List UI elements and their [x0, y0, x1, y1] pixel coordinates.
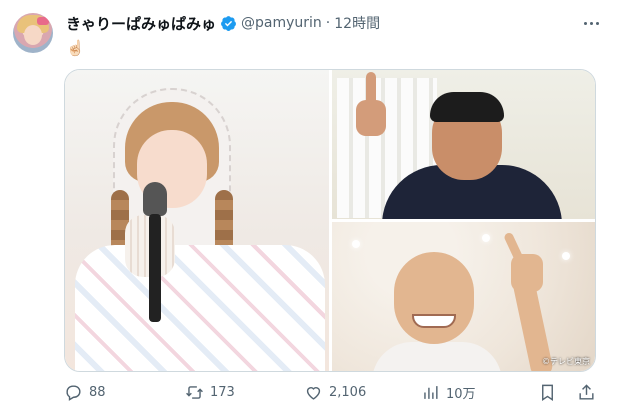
microphone [143, 182, 167, 322]
retweet-icon [186, 385, 203, 399]
avatar-bow [37, 17, 49, 25]
reply-count: 88 [89, 384, 106, 400]
like-button[interactable]: 2,106 [304, 383, 366, 402]
more-options-icon [583, 21, 587, 25]
heart-icon [306, 386, 321, 400]
avatar[interactable] [13, 13, 53, 53]
like-count: 2,106 [329, 384, 367, 400]
ceiling-light [482, 234, 490, 242]
verified-badge-icon [221, 15, 236, 31]
hair [430, 92, 504, 122]
reply-button[interactable]: 88 [64, 383, 106, 402]
more-options-button[interactable] [580, 13, 602, 33]
user-handle[interactable]: @pamyurin [241, 15, 322, 31]
tweet-timestamp[interactable]: 12時間 [334, 13, 380, 33]
photo-singer[interactable] [65, 70, 329, 371]
tweet-header: きゃりーぱみゅぱみゅ @pamyurin · 12時間 [66, 13, 380, 33]
photo-man-suit[interactable] [332, 70, 595, 219]
retweet-button[interactable]: 173 [185, 383, 235, 402]
shirt [372, 342, 502, 371]
photo-man-smiling[interactable]: ©テレビ東京 [332, 222, 595, 371]
bookmark-icon [542, 384, 553, 401]
pointing-hand [356, 72, 386, 142]
view-count: 10万 [446, 386, 476, 402]
avatar-face [24, 25, 42, 45]
tweet-text: ☝🏻 [66, 39, 85, 57]
pointing-hand [503, 231, 547, 312]
tv-watermark: ©テレビ東京 [542, 357, 590, 366]
action-bar: 88 173 2,106 10万 [64, 381, 596, 403]
share-icon [579, 383, 594, 400]
views-button[interactable]: 10万 [421, 383, 476, 402]
retweet-count: 173 [210, 384, 235, 400]
bookmark-button[interactable] [538, 383, 557, 402]
reply-icon [66, 384, 81, 401]
share-button[interactable] [577, 383, 596, 402]
ceiling-light [562, 252, 570, 260]
display-name[interactable]: きゃりーぱみゅぱみゅ [66, 13, 216, 34]
views-chart-icon [424, 385, 438, 399]
ceiling-light [352, 240, 360, 248]
face [394, 252, 474, 344]
media-grid: ©テレビ東京 [64, 69, 596, 372]
separator-dot: · [325, 15, 331, 31]
bow-print-dress [75, 245, 325, 371]
smile [412, 314, 456, 328]
